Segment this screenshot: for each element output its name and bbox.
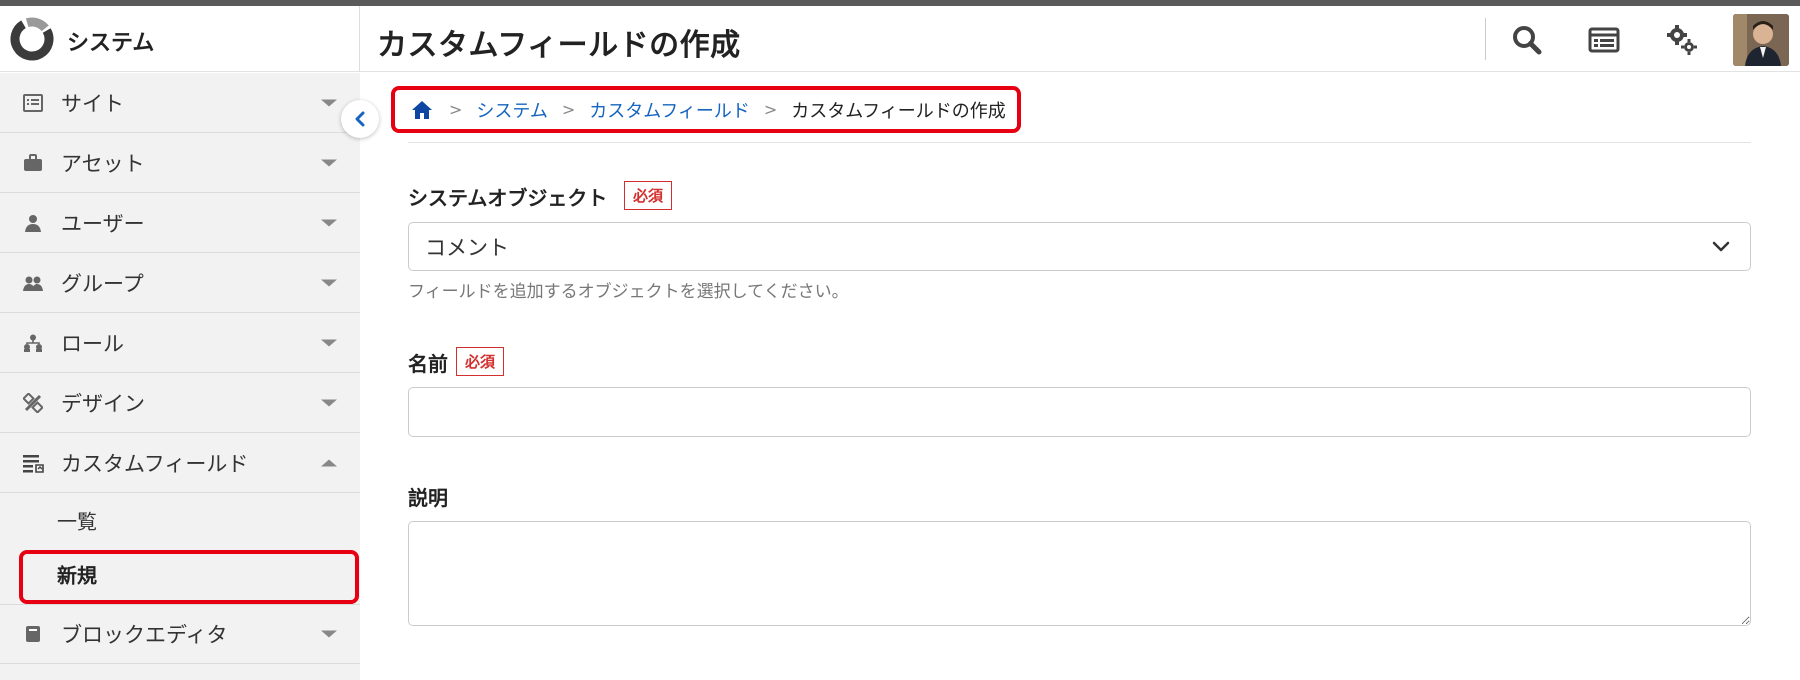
browser-window-icon xyxy=(1588,27,1620,53)
sidebar-item-label: アセット xyxy=(61,151,145,176)
chevron-down-icon xyxy=(321,159,337,166)
gears-icon xyxy=(1667,25,1697,55)
system-object-selected-value: コメント xyxy=(425,235,509,260)
breadcrumb-divider xyxy=(408,142,1751,143)
highlight-frame-new xyxy=(19,550,359,604)
search-icon xyxy=(1513,26,1542,55)
sidebar-subitem-list[interactable]: 一覧 xyxy=(0,493,360,547)
breadcrumb-current: カスタムフィールドの作成 xyxy=(791,100,1006,122)
sidebar-item-label: カスタムフィールド xyxy=(61,451,249,476)
sidebar-item-block-editor[interactable]: ブロックエディタ xyxy=(0,604,360,664)
chevron-down-icon xyxy=(321,99,337,106)
design-tools-icon xyxy=(22,392,44,414)
sitemap-icon xyxy=(22,332,44,354)
sidebar: サイト アセット ユーザー グループ ロール デザイン カスタムフィールド 一覧… xyxy=(0,73,360,680)
system-object-label: システムオブジェクト xyxy=(408,186,608,210)
user-avatar[interactable] xyxy=(1733,14,1789,66)
name-label: 名前 xyxy=(408,352,448,376)
brand-name: システム xyxy=(67,31,155,56)
required-badge: 必須 xyxy=(624,181,673,210)
name-input[interactable] xyxy=(408,387,1751,437)
required-badge: 必須 xyxy=(456,347,505,376)
chevron-down-icon xyxy=(321,399,337,406)
app-header: システム カスタムフィールドの作成 xyxy=(0,6,1800,72)
sidebar-item-design[interactable]: デザイン xyxy=(0,373,360,433)
chevron-down-icon xyxy=(321,219,337,226)
dashboard-button[interactable] xyxy=(1584,20,1624,60)
user-icon xyxy=(22,212,44,234)
sidebar-item-asset[interactable]: アセット xyxy=(0,133,360,193)
breadcrumb-link-custom-fields[interactable]: カスタムフィールド xyxy=(589,97,750,123)
page-title: カスタムフィールドの作成 xyxy=(377,28,741,63)
header-divider xyxy=(1485,18,1486,60)
system-object-help-text: フィールドを追加するオブジェクトを選択してください。 xyxy=(408,282,849,302)
breadcrumb-separator-icon: > xyxy=(763,100,778,119)
custom-field-icon xyxy=(22,452,44,474)
home-icon[interactable] xyxy=(411,99,435,121)
sidebar-item-label: デザイン xyxy=(61,391,145,416)
description-label: 説明 xyxy=(408,486,448,510)
sidebar-item-groups[interactable]: グループ xyxy=(0,253,360,313)
system-object-select[interactable]: コメント xyxy=(408,222,1751,271)
breadcrumb-separator-icon: > xyxy=(561,100,576,119)
description-textarea[interactable] xyxy=(408,521,1751,626)
sidebar-subitem-label: 一覧 xyxy=(57,509,97,534)
avatar-image xyxy=(1733,14,1789,66)
sidebar-item-label: グループ xyxy=(61,271,144,296)
sidebar-item-label: ブロックエディタ xyxy=(61,623,228,647)
settings-button[interactable] xyxy=(1662,20,1702,60)
briefcase-icon xyxy=(22,152,44,174)
sidebar-item-label: ユーザー xyxy=(61,211,145,236)
users-icon xyxy=(22,272,44,294)
chevron-left-icon xyxy=(355,111,365,127)
breadcrumb-separator-icon: > xyxy=(449,100,463,119)
book-icon xyxy=(22,623,44,645)
search-button[interactable] xyxy=(1507,20,1547,60)
app-logo-icon xyxy=(10,17,54,61)
breadcrumb-link-system[interactable]: システム xyxy=(476,97,547,123)
chevron-down-icon xyxy=(321,339,337,346)
breadcrumb: > システム > カスタムフィールド > カスタムフィールドの作成 xyxy=(391,86,1021,133)
chevron-down-icon xyxy=(1712,241,1730,251)
chevron-down-icon xyxy=(321,279,337,286)
sidebar-item-label: ロール xyxy=(61,331,124,356)
sidebar-item-custom-fields[interactable]: カスタムフィールド xyxy=(0,433,360,493)
sidebar-item-label: サイト xyxy=(61,91,124,116)
chevron-down-icon xyxy=(321,630,337,638)
sidebar-item-roles[interactable]: ロール xyxy=(0,313,360,373)
list-window-icon xyxy=(22,92,44,114)
chevron-up-icon xyxy=(321,459,337,466)
sidebar-collapse-button[interactable] xyxy=(341,100,379,138)
sidebar-item-site[interactable]: サイト xyxy=(0,73,360,133)
brand-area[interactable]: システム xyxy=(0,6,360,72)
sidebar-item-users[interactable]: ユーザー xyxy=(0,193,360,253)
